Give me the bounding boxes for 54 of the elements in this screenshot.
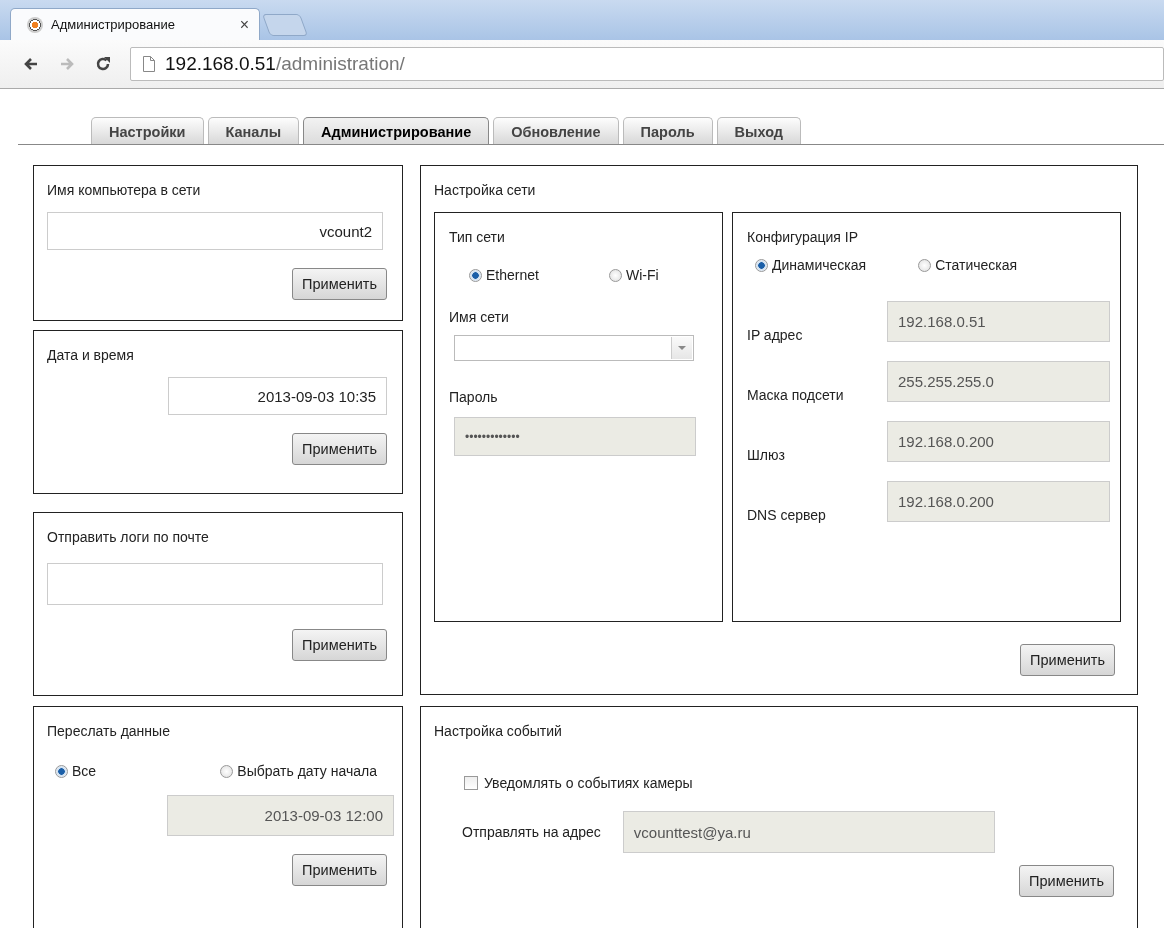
apply-button[interactable]: Применить — [292, 433, 387, 465]
nav-tab[interactable]: Администрирование — [303, 117, 490, 144]
field-label: Маска подсети — [747, 387, 844, 403]
email-field[interactable] — [47, 563, 383, 605]
field-label: DNS сервер — [747, 507, 826, 523]
radio-button[interactable] — [220, 764, 234, 778]
field-label: IP адрес — [747, 327, 803, 343]
field-label: Имя сети — [449, 309, 510, 325]
radio-label: Выбрать дату начала — [237, 763, 377, 779]
nav-tab[interactable]: Выход — [716, 117, 801, 144]
new-tab-button[interactable] — [262, 14, 308, 36]
radio-label: Динамическая — [772, 257, 867, 273]
apply-button[interactable]: Применить — [292, 268, 387, 300]
radio-label: Все — [72, 763, 97, 779]
reload-icon[interactable] — [94, 55, 112, 73]
panel-title: Переслать данные — [47, 723, 171, 739]
network-name-dropdown[interactable] — [454, 335, 694, 361]
page-icon — [141, 55, 157, 73]
radio-button[interactable] — [608, 268, 622, 282]
checkbox[interactable] — [464, 776, 478, 790]
panel-title: Конфигурация IP — [747, 229, 860, 245]
panel-title: Тип сети — [449, 229, 506, 245]
apply-button[interactable]: Применить — [292, 629, 387, 661]
panel-title: Отправить логи по почте — [47, 529, 210, 545]
nav-tab[interactable]: Каналы — [207, 117, 300, 144]
field-label: Шлюз — [747, 447, 785, 463]
panel-title: Настройка событий — [434, 723, 563, 739]
radio-label: Wi-Fi — [625, 267, 659, 283]
text-field[interactable]: vcount2 — [47, 212, 383, 250]
nav-tab[interactable]: Обновление — [493, 117, 619, 144]
nav-tab[interactable]: Настройки — [91, 117, 204, 144]
panel-title: Дата и время — [47, 347, 135, 363]
browser-tab[interactable]: Администрирование × — [10, 8, 260, 40]
nav-tab[interactable]: Пароль — [622, 117, 713, 144]
app-icon — [27, 16, 43, 33]
apply-button[interactable]: Применить — [1020, 644, 1115, 676]
field-label: Пароль — [449, 389, 499, 405]
radio-button[interactable] — [755, 258, 768, 272]
radio-label: Ethernet — [486, 267, 539, 283]
radio-button[interactable] — [918, 258, 932, 272]
panel-title: Имя компьютера в сети — [47, 182, 202, 198]
tab-title: Администрирование — [51, 17, 176, 32]
text-field[interactable]: 2013-09-03 10:35 — [168, 377, 387, 415]
panel-title: Настройка сети — [434, 182, 537, 198]
radio-label: Статическая — [935, 257, 1018, 273]
close-icon[interactable]: × — [239, 15, 249, 34]
url-text: 192.168.0.51/administration/ — [165, 53, 405, 75]
apply-button[interactable]: Применить — [1019, 865, 1114, 897]
radio-button[interactable] — [55, 764, 68, 778]
checkbox-label: Уведомлять о событиях камеры — [484, 775, 693, 791]
field-label: Отправлять на адрес — [462, 824, 601, 840]
address-bar[interactable]: 192.168.0.51/administration/ — [130, 47, 1164, 81]
radio-button[interactable] — [469, 268, 482, 282]
apply-button[interactable]: Применить — [292, 854, 387, 886]
